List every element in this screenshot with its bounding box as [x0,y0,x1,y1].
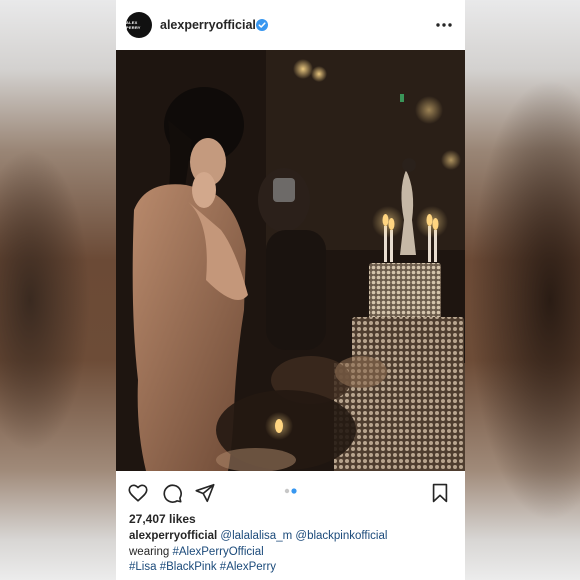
carousel-dot-2-active [291,488,297,494]
hashtag-alexperryofficial[interactable]: #AlexPerryOfficial [172,546,263,558]
post-actions [116,471,465,511]
bookmark-icon[interactable] [429,482,451,504]
more-options-icon[interactable] [434,17,454,33]
mention-blackpink[interactable]: @blackpinkofficial [295,530,387,542]
carousel-indicator [284,488,297,494]
post-caption: alexperryofficial @lalalalisa_m @blackpi… [129,529,459,576]
avatar[interactable]: ALEX PERRY [126,12,152,38]
heart-icon[interactable] [127,482,149,504]
caption-text: wearing [129,545,170,558]
post-header: ALEX PERRY alexperryofficial [116,0,465,50]
hashtag-alexperry[interactable]: #AlexPerry [220,561,276,573]
post-photo[interactable] [116,50,465,471]
hashtag-blackpink[interactable]: #BlackPink [160,561,217,573]
birthday-cake-photo [116,50,465,471]
comment-icon[interactable] [161,482,183,504]
post-username[interactable]: alexperryofficial [160,18,256,32]
instagram-post: ALEX PERRY alexperryofficial 27,407 like… [116,0,465,580]
carousel-dot-1 [284,488,290,494]
hashtag-lisa[interactable]: #Lisa [129,561,157,573]
likes-count[interactable]: 27,407 likes [129,512,196,526]
caption-username[interactable]: alexperryofficial [129,530,217,542]
mention-lisa[interactable]: @lalalalisa_m [220,530,292,542]
verified-badge-icon [256,19,268,31]
share-icon[interactable] [194,482,216,504]
